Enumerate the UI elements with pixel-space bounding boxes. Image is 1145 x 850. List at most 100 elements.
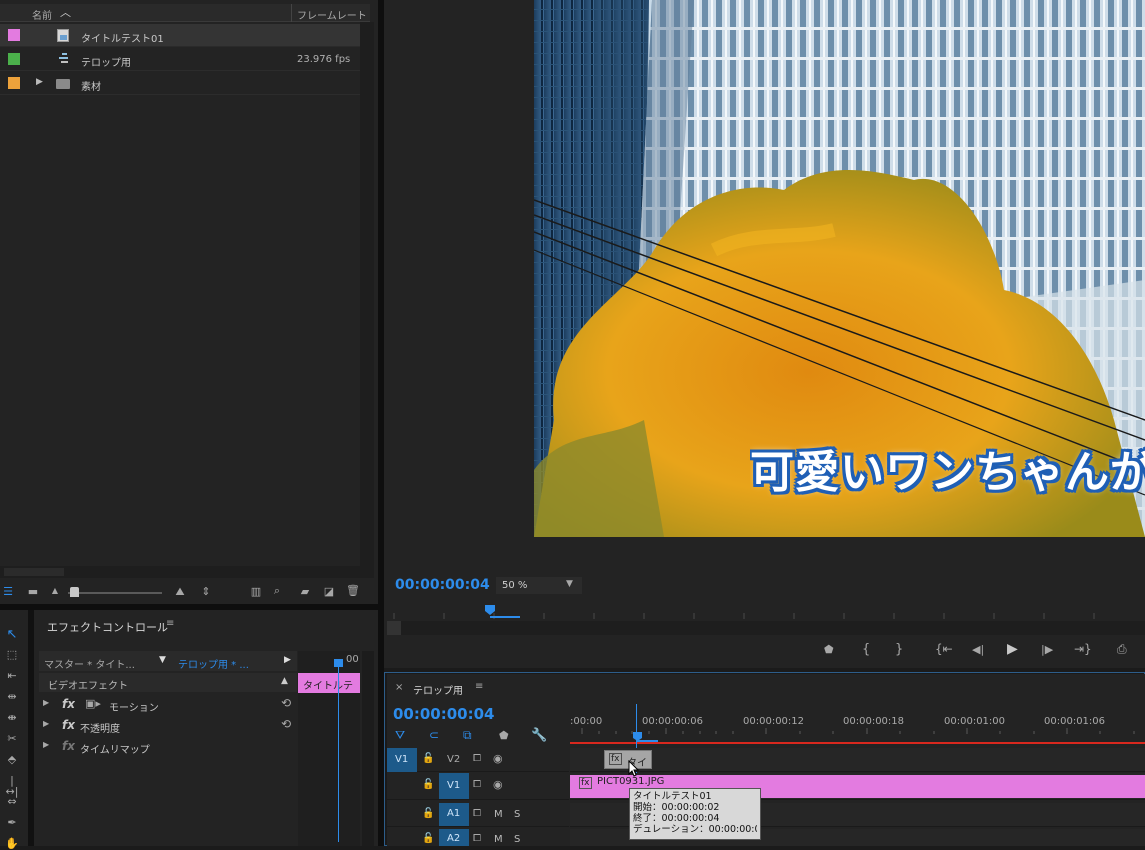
rolling-edit-tool-icon[interactable]: ⇹ — [4, 691, 20, 702]
go-to-out-icon[interactable]: ⇥} — [1074, 643, 1092, 655]
lock-icon[interactable]: 🔓 — [422, 809, 434, 819]
collapse-icon[interactable]: ▲ — [281, 677, 288, 686]
expand-triangle-icon[interactable]: ▶ — [36, 78, 43, 87]
video-frame[interactable]: 可愛いワンちゃんが — [534, 0, 1145, 537]
sync-lock-icon[interactable]: ⧠ — [473, 834, 481, 844]
track-lane-v2[interactable]: fx タイ — [570, 748, 1145, 772]
sort-icon[interactable]: ⇕ — [200, 586, 212, 597]
go-to-in-icon[interactable]: {⇤ — [935, 643, 953, 655]
track-target-v1[interactable]: V1 — [439, 773, 469, 799]
play-only-icon[interactable]: ▶ — [284, 656, 291, 665]
pen-tool-icon[interactable]: ✒ — [4, 817, 20, 828]
play-icon[interactable]: ▶ — [1007, 642, 1018, 656]
lock-icon[interactable]: 🔓 — [422, 780, 434, 790]
fx-badge[interactable]: fx — [62, 739, 75, 753]
hand-tool-icon[interactable]: ✋ — [4, 838, 20, 849]
slide-tool-2-icon[interactable]: ⇔ — [4, 796, 20, 807]
new-item-icon[interactable]: ◪ — [322, 586, 336, 597]
project-scrollbar[interactable] — [360, 22, 374, 578]
sequence-clip-label[interactable]: テロップ用 * ... — [178, 656, 268, 671]
nest-toggle-icon[interactable]: ⛛ — [395, 729, 405, 741]
new-bin-icon[interactable]: ▰ — [298, 586, 312, 597]
sort-ascending-icon[interactable]: ︿ — [60, 7, 71, 18]
search-icon[interactable]: ⌕ — [270, 585, 284, 596]
razor-tool-icon[interactable]: ✂ — [4, 733, 20, 744]
automate-icon[interactable]: ▥ — [248, 586, 264, 597]
chevron-down-icon[interactable]: ▼ — [159, 656, 166, 665]
column-name-header[interactable]: 名前 — [32, 7, 52, 22]
add-marker-icon[interactable]: ⬟ — [499, 730, 509, 741]
column-framerate-header[interactable]: フレームレート — [297, 7, 367, 22]
close-tab-icon[interactable]: × — [395, 682, 403, 693]
project-item-folder[interactable]: ▶ 素材 — [0, 72, 360, 95]
reset-icon[interactable]: ⟲ — [281, 718, 291, 730]
project-item-sequence[interactable]: テロップ用 23.976 fps — [0, 48, 360, 71]
zoom-select[interactable]: 50 % ▼ — [496, 577, 582, 594]
mini-clip-label: タイトルテ — [303, 681, 353, 692]
effect-mini-timeline[interactable]: 00 タイトルテ — [298, 651, 360, 846]
track-label-v2[interactable]: V2 — [447, 754, 460, 765]
zoom-slider-handle[interactable] — [70, 587, 79, 597]
mark-out-icon[interactable]: } — [895, 643, 903, 656]
source-patch-v1[interactable]: V1 — [387, 748, 417, 772]
zoom-slider[interactable] — [68, 592, 162, 594]
column-divider[interactable] — [291, 4, 292, 22]
effect-row[interactable]: ▶ fx ▣▸ モーション ⟲ — [39, 694, 297, 714]
monitor-timecode[interactable]: 00:00:00:04 — [395, 577, 490, 593]
lock-icon[interactable]: 🔓 — [422, 834, 434, 844]
timeline-tab[interactable]: テロップ用 — [413, 682, 463, 697]
effect-row[interactable]: ▶ fx タイムリマップ — [39, 736, 297, 756]
ripple-edit-tool-icon[interactable]: ⇤ — [4, 670, 20, 681]
step-back-icon[interactable]: ◀| — [972, 644, 984, 655]
effect-scrollbar[interactable] — [362, 651, 374, 846]
reset-icon[interactable]: ⟲ — [281, 697, 291, 709]
expand-triangle-icon[interactable]: ▶ — [43, 699, 49, 707]
expand-triangle-icon[interactable]: ▶ — [43, 720, 49, 728]
timeline-ruler[interactable]: :00:00 00:00:00:06 00:00:00:12 00:00:00:… — [570, 712, 1145, 746]
solo-button[interactable]: S — [514, 834, 520, 845]
mini-playhead-marker[interactable] — [334, 659, 343, 667]
linked-selection-icon[interactable]: ⧉ — [463, 729, 472, 741]
track-select-tool-icon[interactable]: ⬚ — [4, 649, 20, 660]
rate-stretch-tool-icon[interactable]: ⇼ — [4, 712, 20, 723]
mute-button[interactable]: M — [494, 809, 503, 820]
mute-button[interactable]: M — [494, 834, 503, 845]
eye-icon[interactable]: ◉ — [493, 753, 503, 764]
freeform-view-icon[interactable]: ▲ — [48, 587, 62, 595]
step-forward-icon[interactable]: |▶ — [1041, 644, 1053, 655]
panel-menu-icon[interactable]: ≡ — [166, 619, 174, 629]
slide-tool-icon[interactable]: |↔| — [4, 775, 20, 797]
panel-menu-icon[interactable]: ≡ — [475, 682, 483, 692]
sync-lock-icon[interactable]: ⧠ — [473, 780, 481, 790]
mini-clip-block[interactable]: タイトルテ — [298, 673, 360, 693]
project-h-scrollbar[interactable] — [0, 566, 360, 578]
master-clip-label[interactable]: マスター * タイト... — [44, 656, 154, 671]
sync-lock-icon[interactable]: ⧠ — [473, 754, 481, 764]
icon-view-icon[interactable]: ▬ — [26, 586, 40, 597]
trash-icon[interactable]: 🗑 — [346, 585, 360, 596]
monitor-scrollbar[interactable] — [387, 621, 1145, 635]
snap-icon[interactable]: ⊂ — [429, 729, 439, 741]
track-target-a1[interactable]: A1 — [439, 803, 469, 826]
lock-icon[interactable]: 🔓 — [422, 754, 434, 764]
solo-button[interactable]: S — [514, 809, 520, 820]
slip-tool-icon[interactable]: ⬘ — [4, 754, 20, 765]
monitor-timeruler[interactable] — [384, 603, 1145, 619]
list-view-icon[interactable]: ☰ — [0, 586, 16, 597]
fx-badge[interactable]: fx — [62, 697, 75, 711]
wrench-icon[interactable]: 🔧 — [531, 729, 547, 742]
effect-controls-tab[interactable]: エフェクトコントロール — [47, 619, 168, 635]
project-item-title[interactable]: タイトルテスト01 — [0, 24, 360, 47]
expand-triangle-icon[interactable]: ▶ — [43, 741, 49, 749]
eye-icon[interactable]: ◉ — [493, 779, 503, 790]
mark-in-icon[interactable]: { — [862, 643, 870, 656]
mountains-icon[interactable]: ⛰ — [172, 586, 188, 597]
export-frame-icon[interactable]: ⎙ — [1117, 643, 1127, 655]
timeline-timecode[interactable]: 00:00:00:04 — [393, 705, 495, 723]
track-target-a2[interactable]: A2 — [439, 829, 469, 846]
effect-row[interactable]: ▶ fx 不透明度 ⟲ — [39, 715, 297, 735]
fx-badge[interactable]: fx — [62, 718, 75, 732]
add-marker-icon[interactable]: ⬟ — [824, 644, 834, 655]
selection-tool-icon[interactable]: ↖ — [4, 628, 20, 641]
sync-lock-icon[interactable]: ⧠ — [473, 809, 481, 819]
